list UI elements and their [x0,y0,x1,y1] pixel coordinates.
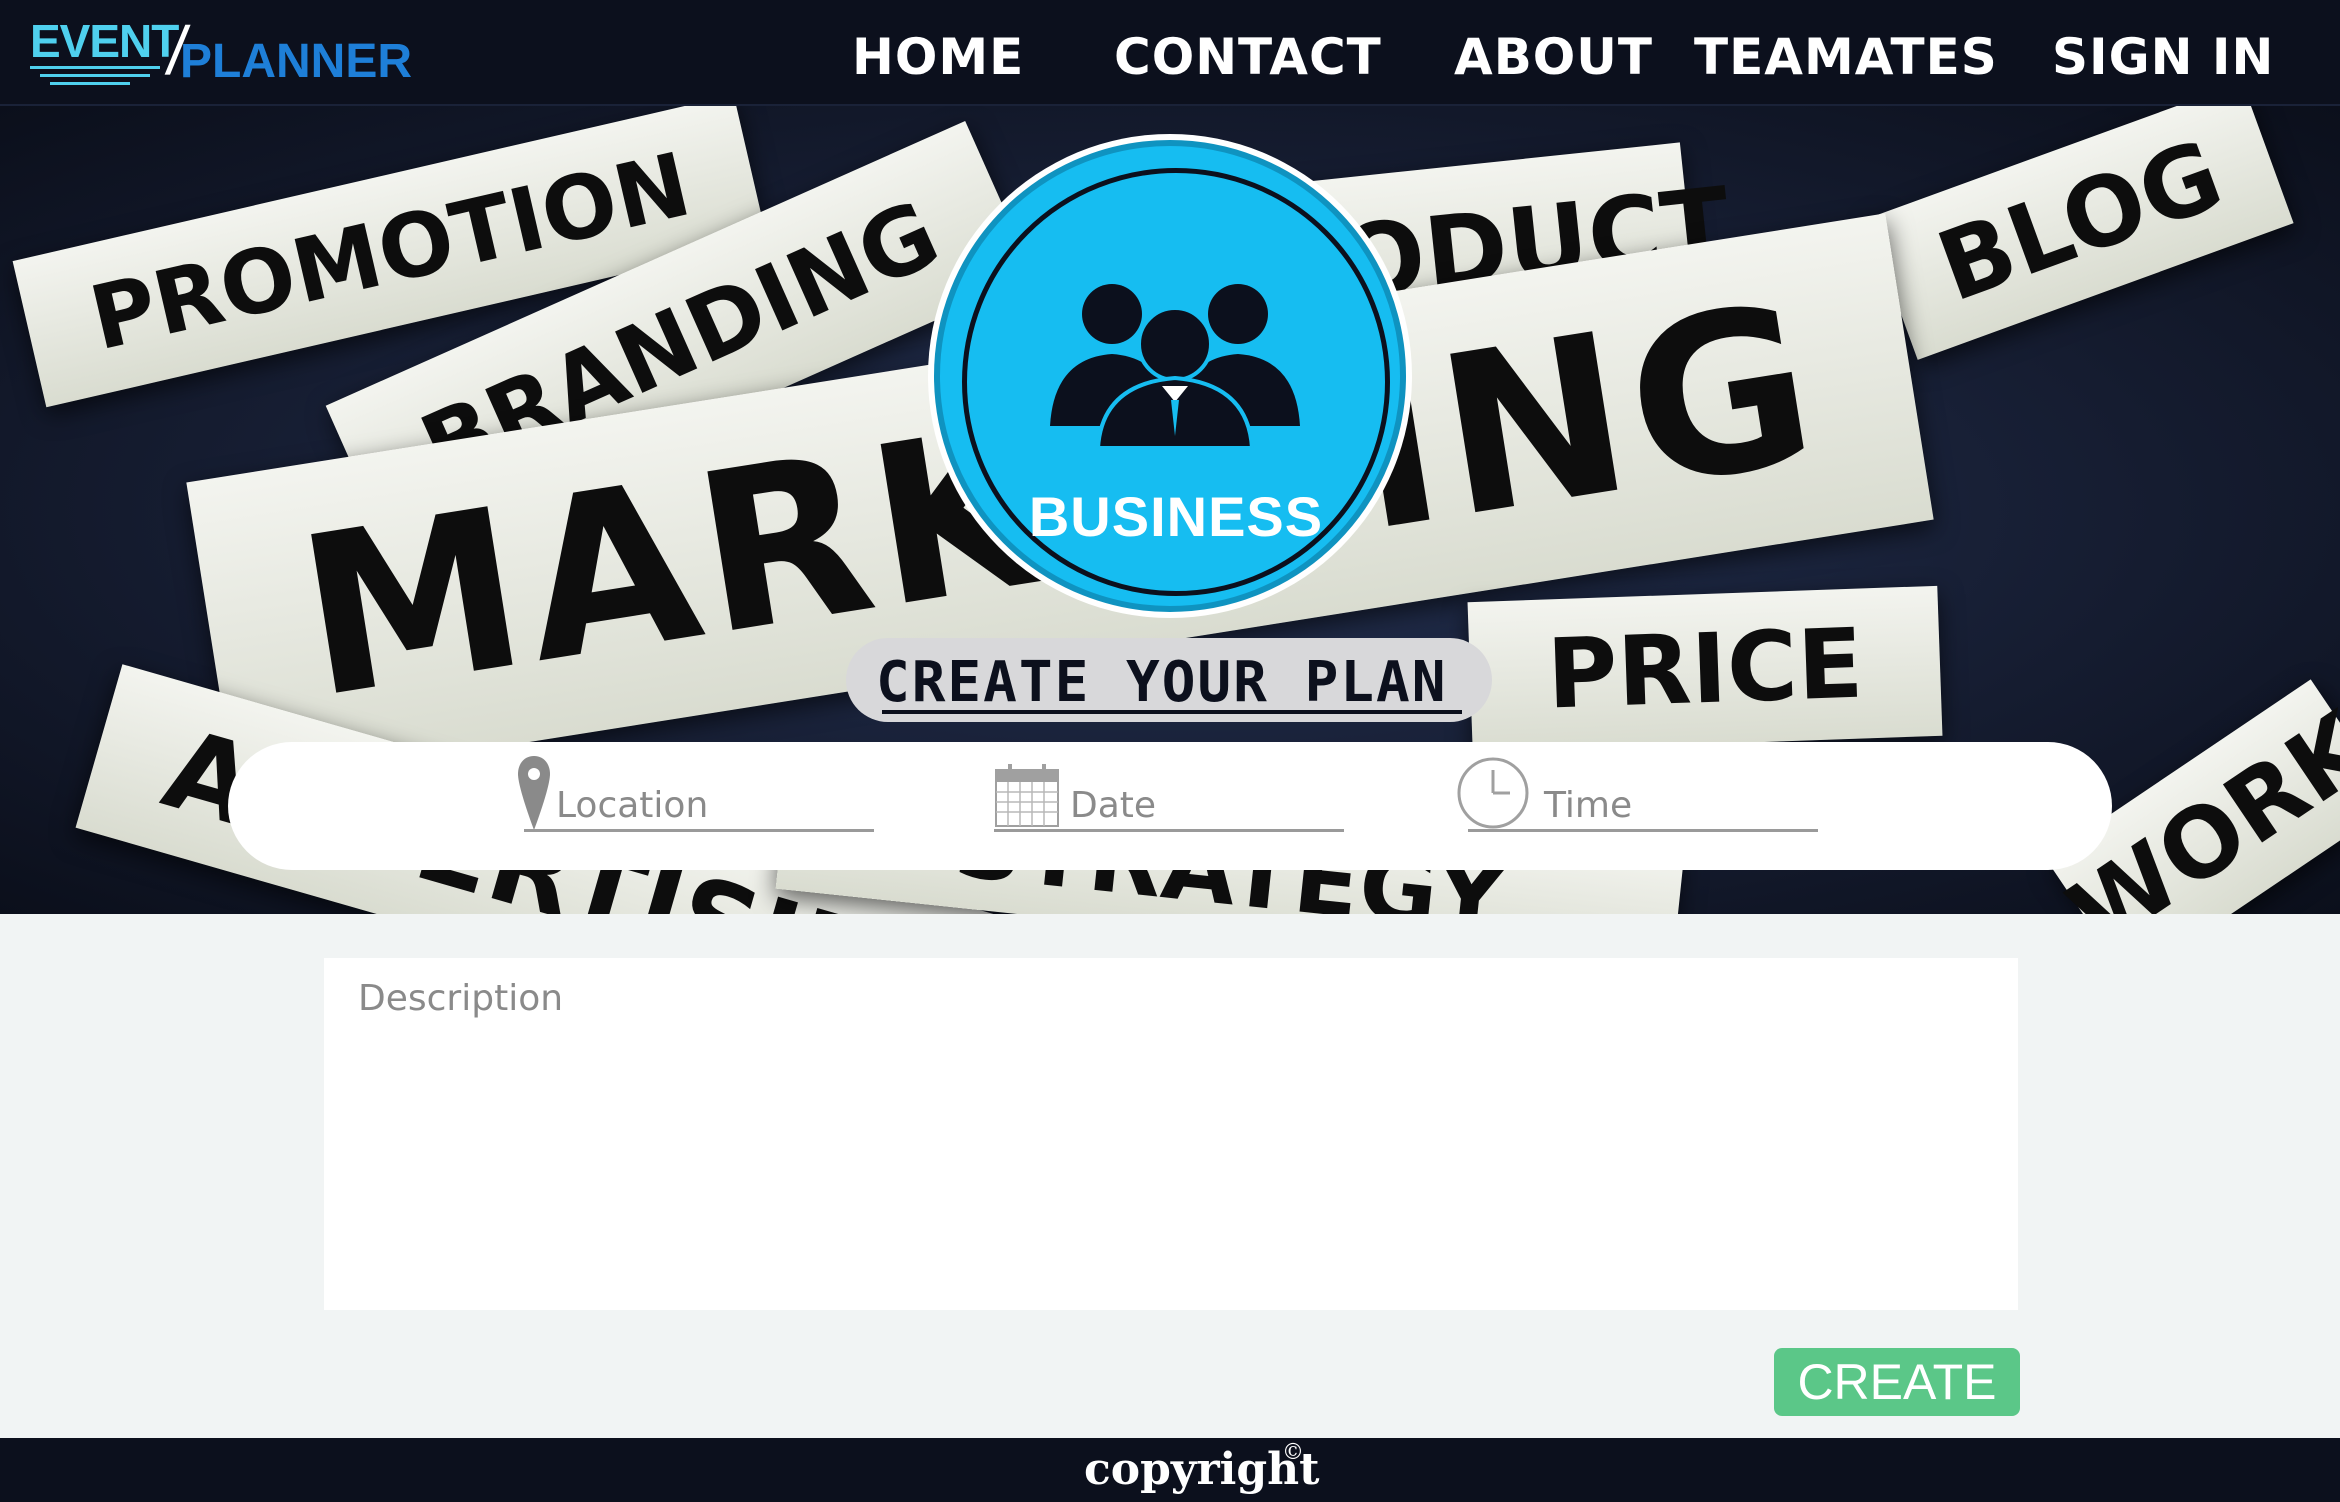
date-placeholder: Date [1070,785,1157,826]
logo[interactable]: EVENT / PLANNER [30,12,413,92]
clock-icon [1457,757,1529,829]
badge-label: BUSINESS [1028,485,1324,548]
hero-banner: PROMOTION BRANDING PRODUCT BLOG MARKETIN… [0,106,2340,914]
hero-word-price: PRICE [1467,585,1943,753]
plan-search-bar: Location Date Time [228,742,2112,870]
nav-teamates[interactable]: TEAMATES [1694,28,1998,86]
location-underline [524,829,874,832]
logo-planner-text: PLANNER [180,35,413,88]
hero-word-blog: BLOG [1866,106,2294,360]
footer: copyright © [0,1438,2340,1502]
location-pin-icon [518,756,550,830]
nav-contact[interactable]: CONTACT [1114,28,1382,86]
nav-about[interactable]: ABOUT [1454,28,1653,86]
badge-ring: BUSINESS [934,140,1406,612]
logo-speed-lines [30,66,160,90]
business-badge: BUSINESS [928,134,1412,618]
location-field[interactable]: Location [518,754,874,844]
create-plan-underline [882,710,1462,714]
create-button[interactable]: CREATE [1774,1348,2020,1416]
calendar-icon [995,764,1059,827]
create-plan-banner: CREATE YOUR PLAN [846,638,1492,722]
create-plan-title: CREATE YOUR PLAN [876,650,1448,715]
time-placeholder: Time [1544,785,1633,826]
nav-sign-in[interactable]: SIGN IN [2052,28,2274,86]
business-people-icon [1050,284,1300,450]
location-placeholder: Location [556,785,709,826]
time-field[interactable]: Time [1457,754,1818,844]
date-underline [994,829,1344,832]
description-placeholder: Description [358,978,564,1019]
logo-event-text: EVENT [30,15,179,67]
navbar: EVENT / PLANNER HOME CONTACT ABOUT TEAMA… [0,0,2340,106]
time-underline [1468,829,1818,832]
nav-home[interactable]: HOME [852,28,1024,86]
description-textarea[interactable]: Description [324,958,2018,1310]
date-field[interactable]: Date [994,754,1344,844]
copyright-icon: © [1282,1440,1304,1465]
